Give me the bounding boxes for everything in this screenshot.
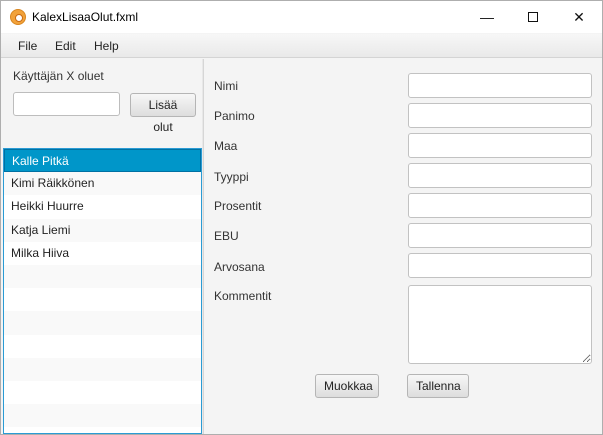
beer-form: Nimi Panimo Maa Tyyppi Prosentit EBU Arv… (204, 59, 602, 434)
app-window: KalexLisaaOlut.fxml — ✕ File Edit Help K… (0, 0, 603, 435)
close-button[interactable]: ✕ (556, 1, 602, 33)
maximize-icon (528, 12, 538, 23)
empty-list-row (4, 335, 201, 358)
empty-list-row (4, 264, 201, 289)
percent-field[interactable] (408, 193, 592, 218)
user-list[interactable]: Kalle Pitkä Kimi Räikkönen Heikki Huurre… (3, 148, 202, 434)
edit-button[interactable]: Muokkaa (315, 374, 379, 398)
country-field[interactable] (408, 133, 592, 158)
empty-list-row (4, 404, 201, 428)
list-item[interactable]: Kimi Räikkönen (4, 172, 201, 196)
ebu-field[interactable] (408, 223, 592, 248)
empty-list-row (4, 381, 201, 404)
window-title: KalexLisaaOlut.fxml (32, 10, 139, 24)
list-item[interactable]: Katja Liemi (4, 218, 201, 242)
list-item[interactable]: Milka Hiiva (4, 242, 201, 265)
menu-help[interactable]: Help (94, 39, 119, 53)
ebu-label: EBU (214, 229, 239, 243)
percent-label: Prosentit (214, 199, 262, 213)
type-label: Tyyppi (214, 170, 249, 184)
left-pane: Käyttäjän X oluet Lisää olut Kalle Pitkä… (1, 59, 202, 434)
title-bar: KalexLisaaOlut.fxml — ✕ (1, 1, 602, 33)
minimize-icon: — (480, 9, 494, 25)
empty-list-row (4, 288, 201, 311)
minimize-button[interactable]: — (464, 1, 510, 33)
close-icon: ✕ (573, 9, 585, 25)
comments-label: Kommentit (214, 289, 272, 303)
app-icon (10, 9, 26, 25)
add-beer-button[interactable]: Lisää olut (130, 93, 196, 134)
beer-search-input[interactable] (13, 92, 120, 116)
rating-label: Arvosana (214, 260, 265, 274)
country-label: Maa (214, 139, 238, 153)
brewery-label: Panimo (214, 109, 255, 123)
list-item[interactable]: Heikki Huurre (4, 195, 201, 218)
empty-list-row (4, 427, 201, 433)
menu-bar: File Edit Help (1, 34, 602, 58)
brewery-field[interactable] (408, 103, 592, 128)
user-beers-heading: Käyttäjän X oluet (13, 69, 104, 83)
list-item[interactable]: Kalle Pitkä (4, 149, 201, 173)
save-button[interactable]: Tallenna (407, 374, 469, 398)
comments-textarea[interactable] (408, 285, 592, 364)
menu-file[interactable]: File (18, 39, 37, 53)
empty-list-row (4, 311, 201, 335)
type-field[interactable] (408, 163, 592, 188)
maximize-button[interactable] (510, 1, 556, 33)
empty-list-row (4, 357, 201, 381)
name-label: Nimi (214, 79, 238, 93)
rating-field[interactable] (408, 253, 592, 278)
name-field[interactable] (408, 73, 592, 98)
menu-edit[interactable]: Edit (55, 39, 76, 53)
